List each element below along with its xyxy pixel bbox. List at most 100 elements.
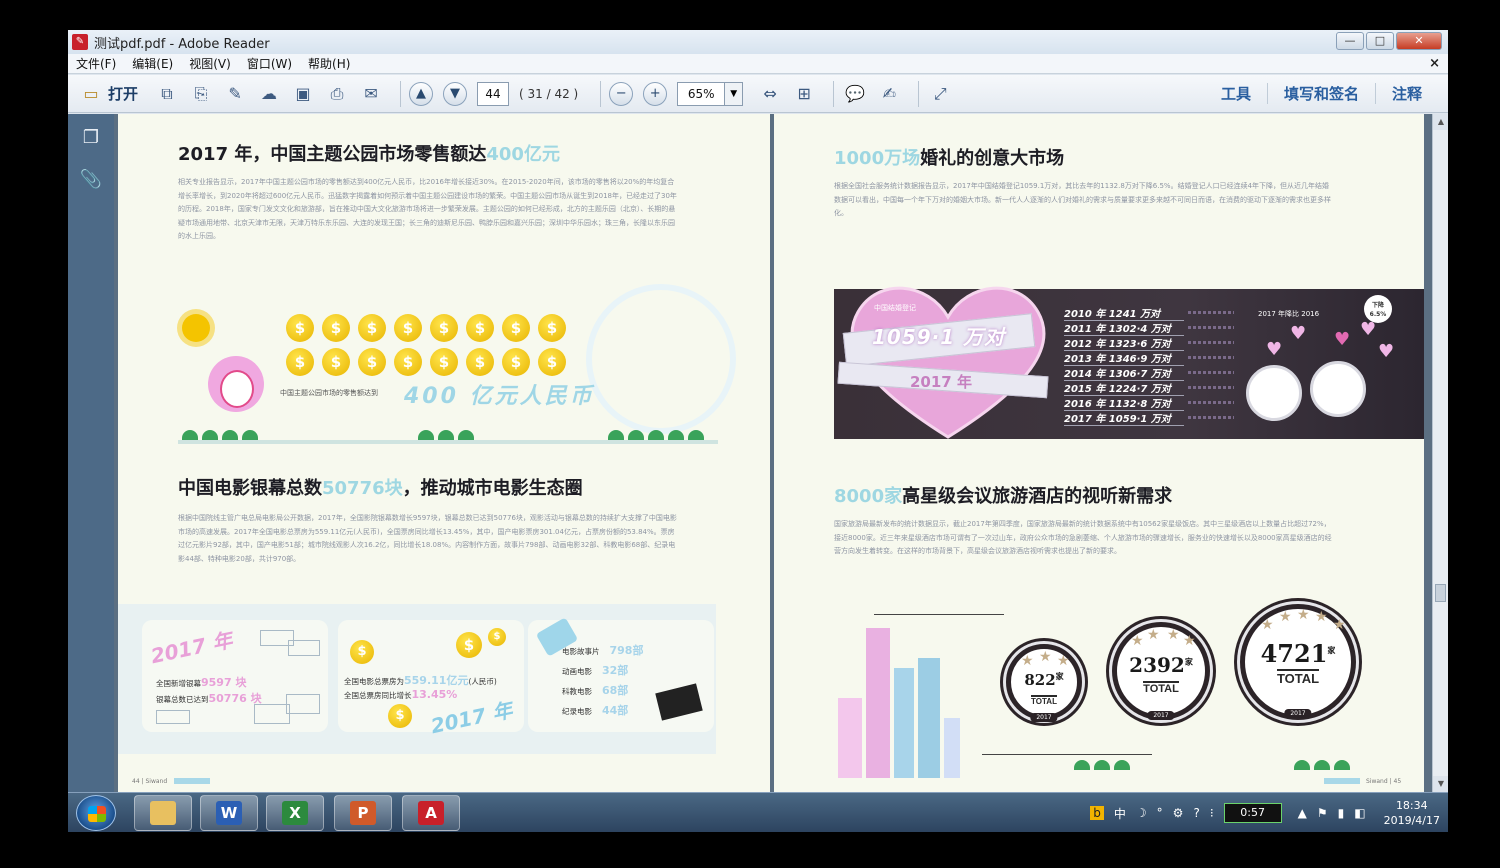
building-icon [918, 658, 940, 778]
bushes-group-2 [418, 430, 474, 440]
zoom-in-button[interactable]: + [643, 81, 668, 106]
coin-icon: $ [394, 314, 422, 342]
box-office-label: 全国电影总票房为 [344, 677, 404, 686]
next-page-button[interactable]: ▼ [443, 81, 468, 106]
bride-avatar-icon [1310, 361, 1366, 417]
menu-help[interactable]: 帮助(H) [308, 55, 350, 72]
toolbar-divider [600, 80, 602, 107]
comment-icon[interactable]: 💬 [842, 81, 868, 107]
start-button[interactable] [76, 795, 116, 831]
document-close-button[interactable]: × [1429, 56, 1440, 71]
cloud-upload-icon[interactable]: ☁ [256, 81, 282, 107]
menu-view[interactable]: 视图(V) [189, 55, 231, 72]
page-thumbnails-icon[interactable]: ❐ [77, 124, 105, 152]
vertical-scrollbar[interactable]: ▲ ▼ [1432, 114, 1448, 792]
coin-icon: $ [430, 314, 458, 342]
save-icon[interactable]: ▣ [290, 81, 316, 107]
clown-icon [208, 356, 264, 412]
marriage-year-row: 2014 年 1306·7 万对 [1064, 365, 1184, 381]
zoom-out-button[interactable]: − [609, 81, 634, 106]
window-title: 测试pdf.pdf - Adobe Reader [94, 36, 270, 52]
open-button[interactable]: ▭ 打开 [78, 81, 138, 107]
email-icon[interactable]: ✉ [358, 81, 384, 107]
highlight-icon[interactable]: ✍ [876, 81, 902, 107]
minimize-button[interactable]: — [1336, 32, 1364, 50]
scroll-thumb[interactable] [1435, 584, 1446, 602]
bush-icon [608, 430, 624, 440]
punctuation-icon[interactable]: ° [1157, 806, 1163, 820]
box-office-growth-line: 全国总票房同比增长13.45% [344, 688, 457, 701]
moon-icon[interactable]: ☽ [1136, 806, 1147, 820]
building-icon [944, 718, 960, 778]
right-heading-1-text: 婚礼的创意大市场 [920, 148, 1065, 169]
building-icon [894, 668, 914, 778]
zoom-level-input[interactable]: 65% [677, 81, 726, 106]
film-type-row: 纪录电影 44部 [562, 702, 628, 718]
badge-3star-unit: 家 [1055, 672, 1064, 681]
maximize-button[interactable]: □ [1366, 32, 1394, 50]
action-center-icon[interactable]: ⚑ [1317, 806, 1328, 820]
bing-icon[interactable]: b [1090, 806, 1104, 820]
coin-icon: $ [358, 314, 386, 342]
menu-file[interactable]: 文件(F) [76, 55, 116, 72]
fill-sign-link[interactable]: 填写和签名 [1266, 83, 1375, 104]
taskbar-acrobat-button[interactable]: A [402, 795, 460, 831]
menu-edit[interactable]: 编辑(E) [132, 55, 173, 72]
right-heading-2: 8000家高星级会议旅游酒店的视听新需求 [834, 482, 1172, 508]
show-hidden-icons[interactable]: ▲ [1298, 806, 1307, 820]
left-heading-2-text-a: 中国电影银幕总数 [178, 478, 322, 499]
coin-icon: $ [358, 348, 386, 376]
marriage-year-row: 2015 年 1224·7 万对 [1064, 380, 1184, 396]
scroll-down-icon[interactable]: ▼ [1433, 776, 1448, 792]
marriage-row-stripe [1188, 356, 1234, 359]
print-icon[interactable]: ⎙ [324, 81, 350, 107]
bush-icon [668, 430, 684, 440]
navigation-pane: ❐ 📎 [68, 114, 114, 792]
previous-page-button[interactable]: ▲ [409, 81, 434, 106]
clock-time: 18:34 [1395, 799, 1428, 812]
star-icon: ★ [1183, 633, 1196, 649]
export-pdf-icon[interactable]: ⎘ [188, 81, 214, 107]
close-button[interactable]: ✕ [1396, 32, 1442, 50]
bushes-group-3 [608, 430, 704, 440]
left-paragraph-1: 相关专业报告显示，2017年中国主题公园市场的零售额达到400亿元人民币，比20… [178, 178, 677, 240]
menu-window[interactable]: 窗口(W) [247, 55, 292, 72]
badge-4star-total: TOTAL [1143, 681, 1179, 695]
settings-icon[interactable]: ⚙ [1173, 806, 1184, 820]
volume-icon[interactable]: ◧ [1354, 806, 1365, 820]
full-screen-icon[interactable]: ⤢ [927, 81, 953, 107]
fit-width-icon[interactable]: ⇔ [757, 81, 783, 107]
coin-icon: $ [538, 314, 566, 342]
clock[interactable]: 18:34 2019/4/17 [1384, 798, 1440, 828]
taskbar-word-button[interactable]: W [200, 795, 258, 831]
comment-link[interactable]: 注释 [1374, 83, 1438, 104]
fit-page-icon[interactable]: ⊞ [791, 81, 817, 107]
more-icon[interactable]: ⁝ [1210, 806, 1214, 820]
ime-icon[interactable]: 中 [1114, 805, 1126, 822]
create-pdf-icon[interactable]: ⧉ [154, 81, 180, 107]
scroll-up-icon[interactable]: ▲ [1433, 114, 1448, 130]
marriage-year-row: 2013 年 1346·9 万对 [1064, 350, 1184, 366]
attachments-icon[interactable]: 📎 [77, 166, 105, 194]
zoom-dropdown-button[interactable]: ▼ [725, 81, 744, 106]
battery-indicator[interactable]: 0:57 [1223, 803, 1282, 823]
network-icon[interactable]: ▮ [1338, 806, 1345, 820]
help-icon[interactable]: ? [1193, 806, 1199, 820]
bush-icon [688, 430, 704, 440]
tools-link[interactable]: 工具 [1205, 83, 1267, 104]
bush-icon [1314, 760, 1330, 770]
bush-icon [628, 430, 644, 440]
taskbar-powerpoint-button[interactable]: P [334, 795, 392, 831]
taskbar-folder-button[interactable] [134, 795, 192, 831]
screens-new-value: 9597 块 [201, 676, 247, 689]
star-icon: ★ [1039, 649, 1052, 665]
star-icon: ★ [1315, 609, 1328, 625]
badge-3star-number: 822家 [1011, 671, 1077, 689]
marriage-year-row: 2012 年 1323·6 万对 [1064, 335, 1184, 351]
edit-pdf-icon[interactable]: ✎ [222, 81, 248, 107]
connector-line [982, 754, 1152, 755]
taskbar-excel-button[interactable]: X [266, 795, 324, 831]
windows-logo-icon [88, 806, 106, 822]
badge-5star-number: 4721家 [1245, 639, 1351, 668]
page-number-input[interactable]: 44 [477, 81, 510, 106]
